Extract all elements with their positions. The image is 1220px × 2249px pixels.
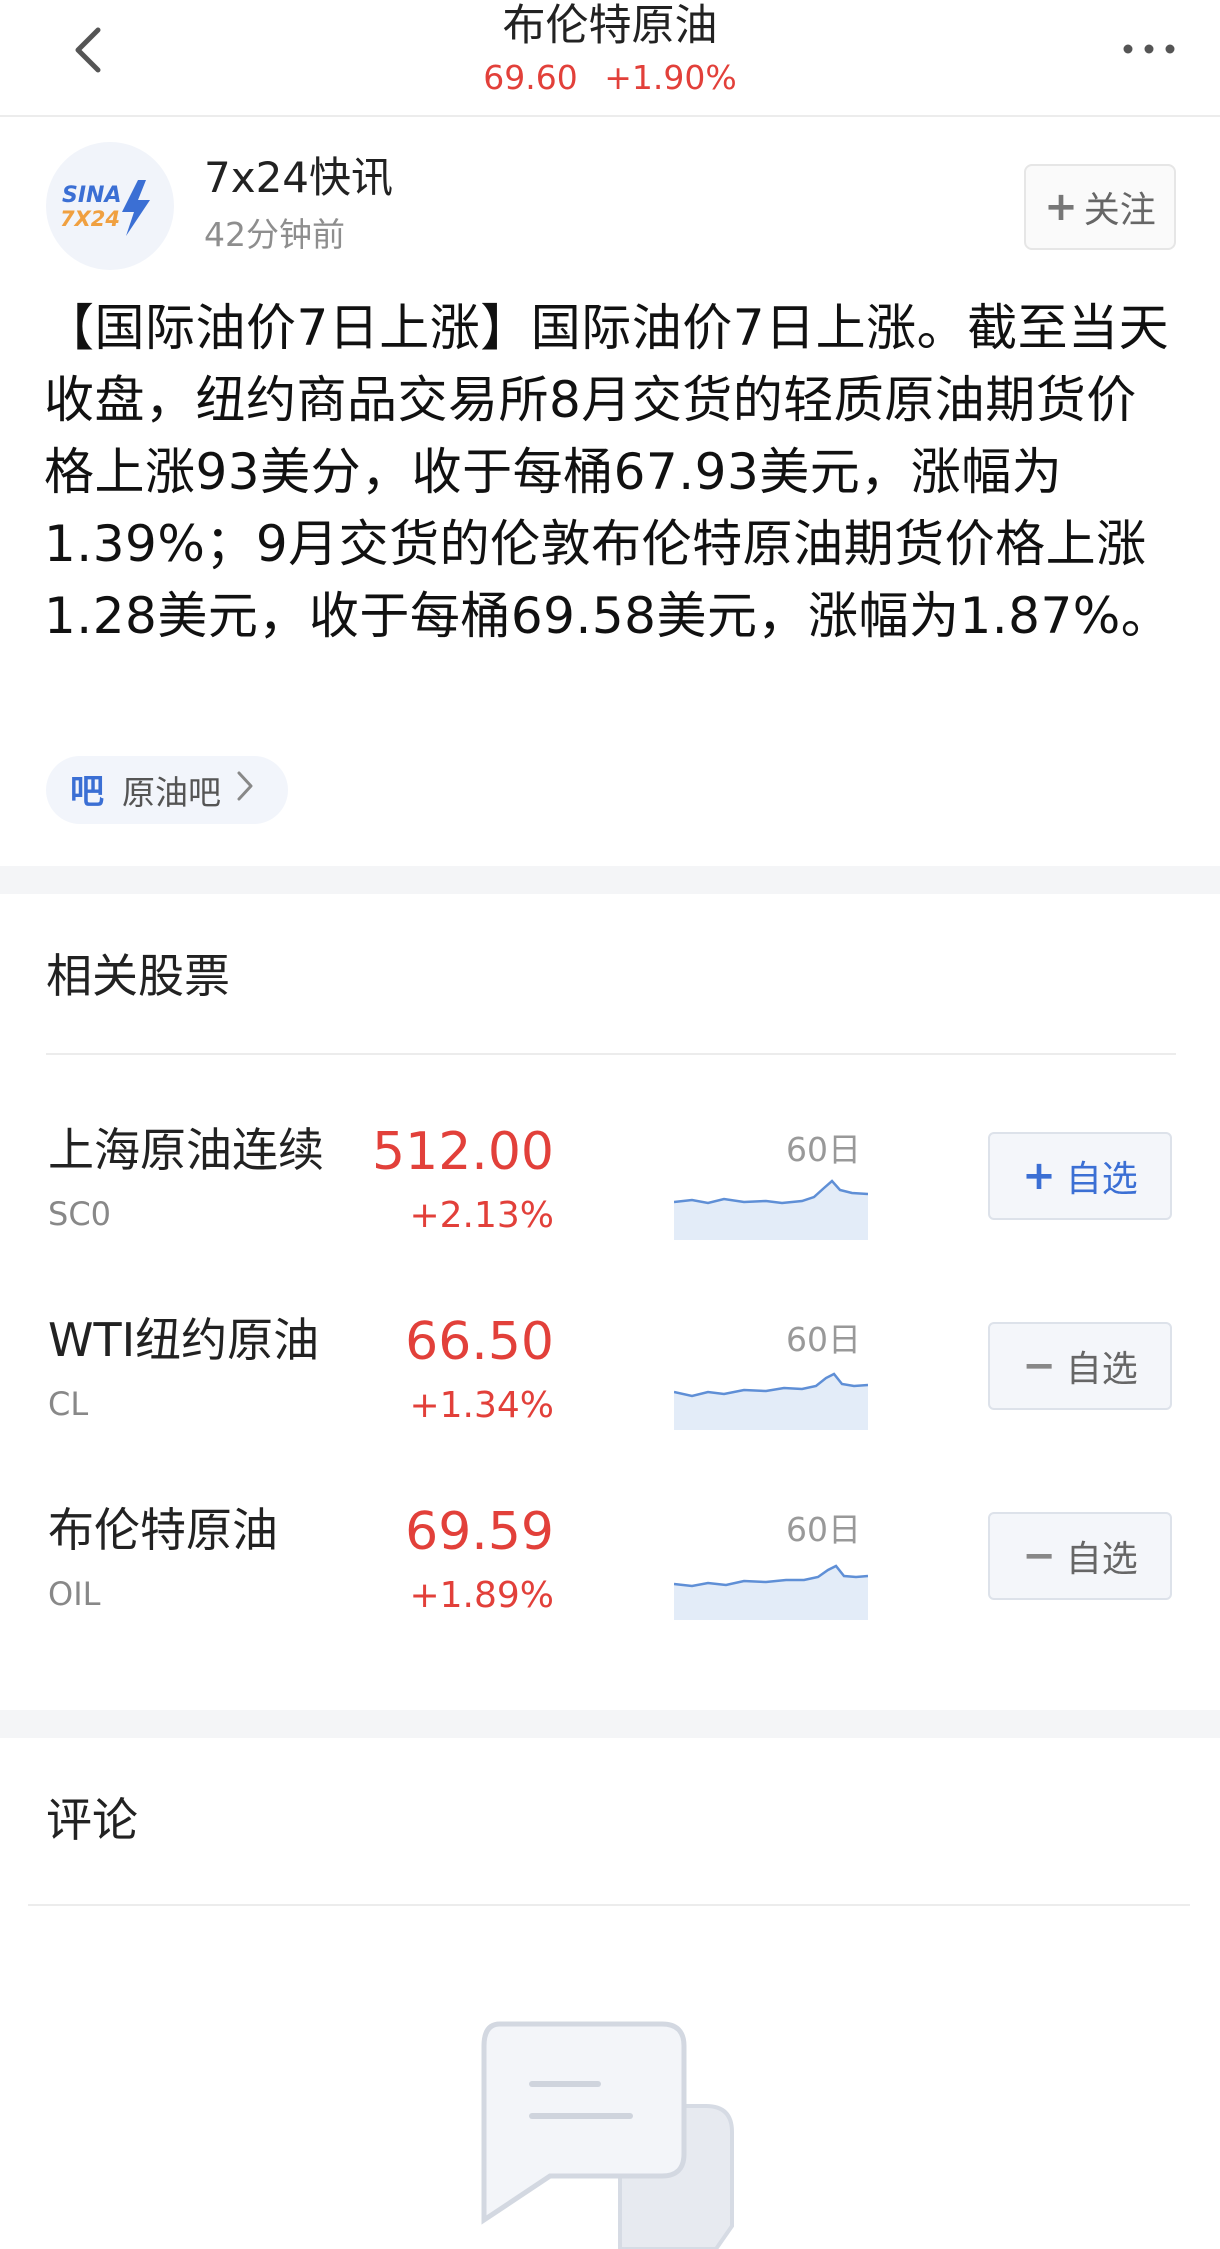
stock-code: OIL: [48, 1575, 101, 1613]
watch-label: 自选: [1065, 1539, 1138, 1580]
stock-name: 布伦特原油: [48, 1503, 278, 1557]
minus-icon: −: [1022, 1343, 1056, 1389]
stock-name: WTI纽约原油: [48, 1313, 320, 1367]
stock-name: 上海原油连续: [48, 1123, 324, 1177]
empty-comments-icon: [481, 2021, 734, 2249]
section-divider: [0, 1710, 1220, 1738]
sparkline-period-label: 60日: [786, 1510, 861, 1549]
stock-change: +1.89%: [409, 1575, 554, 1616]
stock-change: +2.13%: [409, 1195, 554, 1236]
remove-watchlist-button[interactable]: − 自选: [988, 1322, 1172, 1410]
stock-code: SC0: [48, 1195, 112, 1233]
plus-icon: +: [1044, 184, 1078, 230]
plus-icon: +: [1022, 1153, 1056, 1199]
stock-row[interactable]: 上海原油连续 SC0 512.00 +2.13% 60日 + 自选: [0, 1122, 1220, 1272]
top-nav-bar: 布伦特原油 69.60 +1.90%: [0, 0, 1220, 117]
sparkline-period-label: 60日: [786, 1320, 861, 1359]
sina-7x24-logo: SINA 7X24: [60, 180, 150, 236]
follow-button[interactable]: + 关注: [1024, 164, 1176, 250]
comments-title: 评论: [46, 1793, 138, 1847]
remove-watchlist-button[interactable]: − 自选: [988, 1512, 1172, 1600]
author-name[interactable]: 7x24快讯: [204, 152, 393, 204]
forum-tag[interactable]: 吧 原油吧: [46, 756, 288, 824]
related-stocks-title: 相关股票: [46, 949, 230, 1003]
watch-label: 自选: [1065, 1349, 1138, 1390]
more-button[interactable]: [1120, 34, 1178, 64]
stock-code: CL: [48, 1385, 89, 1423]
post-time: 42分钟前: [204, 215, 345, 254]
logo-line-2: 7X24: [60, 207, 120, 231]
section-divider: [0, 866, 1220, 894]
sparkline-chart: [674, 1564, 868, 1620]
stock-row[interactable]: WTI纽约原油 CL 66.50 +1.34% 60日 − 自选: [0, 1312, 1220, 1462]
page: 布伦特原油 69.60 +1.90% SINA 7X24 7x24快讯 42分钟…: [0, 0, 1220, 2249]
stock-change: +1.34%: [409, 1385, 554, 1426]
stock-price: 69.59: [405, 1502, 554, 1562]
forum-ba-icon: 吧: [70, 772, 104, 810]
stock-price: 512.00: [372, 1122, 554, 1182]
sparkline-period-label: 60日: [786, 1130, 861, 1169]
forum-tag-label: 原油吧: [122, 773, 221, 812]
stock-row[interactable]: 布伦特原油 OIL 69.59 +1.89% 60日 − 自选: [0, 1502, 1220, 1652]
watch-label: 自选: [1065, 1159, 1138, 1200]
follow-label: 关注: [1083, 190, 1156, 231]
header-change: +1.90%: [604, 58, 737, 97]
sparkline-chart: [674, 1179, 868, 1240]
add-watchlist-button[interactable]: + 自选: [988, 1132, 1172, 1220]
stock-price: 66.50: [405, 1312, 554, 1372]
svg-text:吧: 吧: [70, 772, 104, 810]
more-dots-icon: [1123, 44, 1175, 54]
minus-icon: −: [1022, 1533, 1056, 1579]
logo-line-1: SINA: [62, 183, 121, 208]
sparkline-chart: [674, 1372, 868, 1430]
article-content: 【国际油价7日上涨】国际油价7日上涨。截至当天收盘，纽约商品交易所8月交货的轻质…: [44, 299, 1172, 645]
header-quote: 69.60 +1.90%: [0, 56, 1220, 100]
divider-line: [28, 1904, 1190, 1906]
chevron-right-icon: [235, 769, 255, 812]
author-avatar[interactable]: SINA 7X24: [46, 142, 174, 270]
page-title: 布伦特原油: [502, 1, 718, 51]
header-price: 69.60: [483, 58, 578, 97]
divider-line: [46, 1053, 1176, 1055]
